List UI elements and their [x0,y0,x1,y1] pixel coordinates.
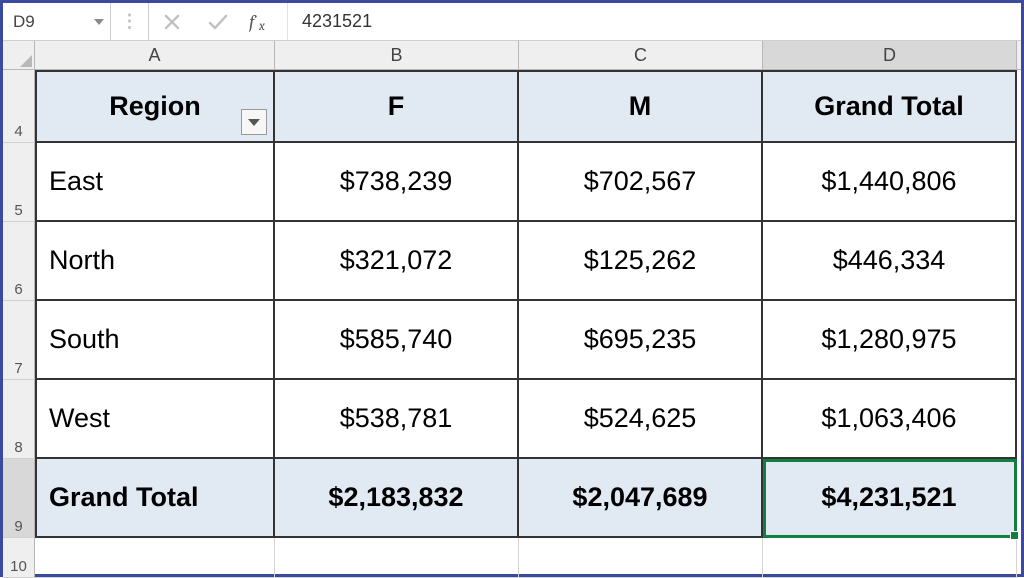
filter-dropdown-icon[interactable] [241,109,267,135]
row-8: 8 West $538,781 $524,625 $1,063,406 [3,380,1021,459]
pivot-row-label[interactable]: East [35,143,275,222]
row-10: 10 [3,538,1021,578]
col-header-B[interactable]: B [275,41,519,69]
pivot-cell[interactable]: $695,235 [519,301,763,380]
pivot-cell[interactable]: $702,567 [519,143,763,222]
pivot-cell[interactable]: $738,239 [275,143,519,222]
pivot-cell[interactable]: $585,740 [275,301,519,380]
pivot-grandtotal-gt[interactable]: $4,231,521 [763,459,1017,538]
svg-text:x: x [258,19,265,33]
blank-cell[interactable] [763,538,1017,578]
pivot-header-f[interactable]: F [275,70,519,143]
pivot-cell[interactable]: $1,440,806 [763,143,1017,222]
fb-menu-icon[interactable]: ⋮ [111,3,149,40]
pivot-cell[interactable]: $524,625 [519,380,763,459]
pivot-cell[interactable]: $125,262 [519,222,763,301]
column-headers-row: A B C D [3,41,1021,70]
select-all-corner[interactable] [3,41,35,69]
row-7: 7 South $585,740 $695,235 $1,280,975 [3,301,1021,380]
row-header-7[interactable]: 7 [3,301,35,380]
sheet-grid: 4 Region F M Grand Total 5 East $738,239… [3,70,1021,578]
row-5: 5 East $738,239 $702,567 $1,440,806 [3,143,1021,222]
pivot-grandtotal-m[interactable]: $2,047,689 [519,459,763,538]
row-header-9[interactable]: 9 [3,459,35,538]
pivot-header-grandtotal[interactable]: Grand Total [763,70,1017,143]
col-header-C[interactable]: C [519,41,763,69]
name-box[interactable]: D9 [3,3,111,40]
row-header-6[interactable]: 6 [3,222,35,301]
formula-input[interactable]: 4231521 [287,3,1021,40]
pivot-cell[interactable]: $538,781 [275,380,519,459]
cancel-icon [149,3,195,40]
pivot-header-m[interactable]: M [519,70,763,143]
col-header-D[interactable]: D [763,41,1017,69]
row-header-8[interactable]: 8 [3,380,35,459]
pivot-row-label[interactable]: North [35,222,275,301]
pivot-row-label[interactable]: West [35,380,275,459]
pivot-cell[interactable]: $321,072 [275,222,519,301]
row-6: 6 North $321,072 $125,262 $446,334 [3,222,1021,301]
row-header-4[interactable]: 4 [3,70,35,143]
name-box-dropdown-icon[interactable] [94,19,104,25]
name-box-value: D9 [13,12,35,32]
blank-cell[interactable] [275,538,519,578]
row-header-10[interactable]: 10 [3,538,35,578]
row-9: 9 Grand Total $2,183,832 $2,047,689 $4,2… [3,459,1021,538]
svg-text:f: f [249,11,257,33]
pivot-cell[interactable]: $1,063,406 [763,380,1017,459]
fx-icon[interactable]: f x [241,3,287,40]
formula-bar: D9 ⋮ f x 4231521 [3,3,1021,41]
pivot-row-label[interactable]: South [35,301,275,380]
enter-icon [195,3,241,40]
col-header-A[interactable]: A [35,41,275,69]
row-4: 4 Region F M Grand Total [3,70,1021,143]
pivot-grandtotal-f[interactable]: $2,183,832 [275,459,519,538]
formula-input-value: 4231521 [302,11,372,32]
blank-cell[interactable] [519,538,763,578]
pivot-cell[interactable]: $446,334 [763,222,1017,301]
blank-cell[interactable] [35,538,275,578]
row-header-5[interactable]: 5 [3,143,35,222]
pivot-grandtotal-label[interactable]: Grand Total [35,459,275,538]
pivot-header-region[interactable]: Region [35,70,275,143]
pivot-cell[interactable]: $1,280,975 [763,301,1017,380]
